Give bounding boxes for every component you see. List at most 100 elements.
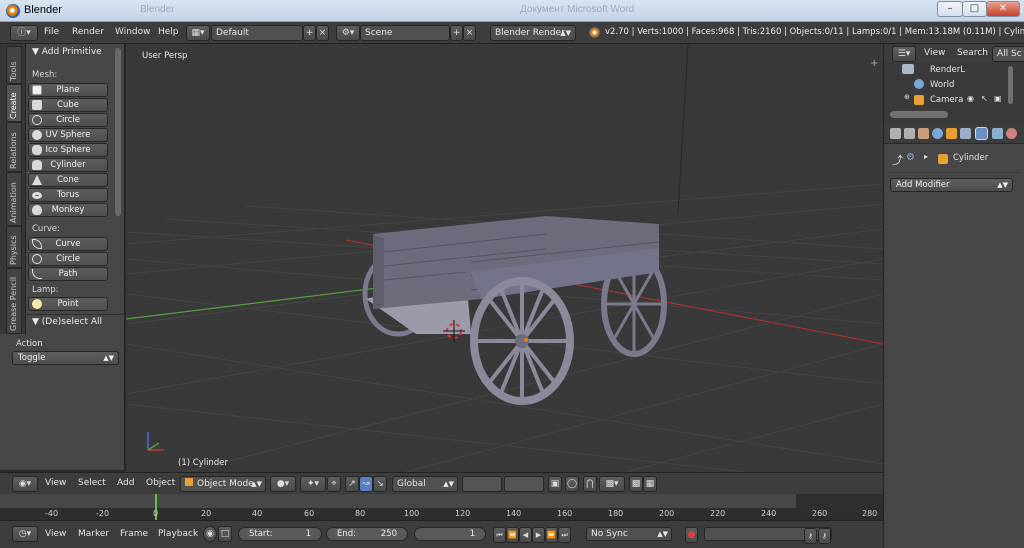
menu-object[interactable]: Object [146, 478, 175, 488]
end-frame-field[interactable]: End: 250 [326, 527, 408, 541]
add-plane-button[interactable]: Plane [28, 83, 108, 97]
add-scene-icon[interactable]: + [450, 25, 463, 41]
translate-manipulator-icon[interactable]: ↗ [345, 476, 359, 492]
play-icon[interactable]: ▶ [532, 527, 545, 543]
menu-add[interactable]: Add [117, 478, 134, 488]
insert-keyframe-icon[interactable]: ⚷ [804, 528, 817, 544]
object-tab-icon[interactable] [946, 128, 957, 139]
add-curve-circle-button[interactable]: Circle [28, 252, 108, 266]
add-circle-button[interactable]: Circle [28, 113, 108, 127]
action-dropdown-visible[interactable]: Toggle ▲▼ [12, 351, 119, 365]
menu-file[interactable]: File [44, 27, 59, 37]
selectability-cursor-icon[interactable]: ↖ [981, 94, 988, 103]
minimize-button[interactable]: – [937, 1, 963, 17]
viewport-canvas[interactable] [126, 44, 883, 472]
tab-relations[interactable]: Relations [6, 122, 22, 172]
menu-window[interactable]: Window [115, 27, 151, 37]
render-layers-tab-icon[interactable] [904, 128, 915, 139]
world-tab-icon[interactable] [932, 128, 943, 139]
material-tab-icon[interactable] [1006, 128, 1017, 139]
outliner-row-renderlayers[interactable]: RenderL [930, 65, 965, 75]
add-point-lamp-button[interactable]: Point [28, 297, 108, 311]
outliner-horizontal-scrollbar[interactable] [890, 111, 948, 118]
constraints-tab-icon[interactable] [960, 128, 971, 139]
data-tab-icon[interactable] [992, 128, 1003, 139]
maximize-button[interactable]: □ [962, 1, 987, 17]
tab-animation[interactable]: Animation [6, 172, 22, 226]
outliner-row-camera[interactable]: Camera [930, 95, 963, 105]
delete-keyframe-icon[interactable]: ⚷ [818, 528, 831, 544]
layout-field[interactable]: Default [211, 25, 303, 41]
wagon-model[interactable] [362, 216, 667, 405]
tab-create[interactable]: Create [6, 84, 22, 122]
manipulator-toggle-icon[interactable]: ⌖ [327, 476, 341, 492]
tab-tools[interactable]: Tools [6, 46, 22, 84]
layer-buttons-2[interactable] [504, 476, 544, 492]
menu-timeline-view[interactable]: View [45, 529, 66, 539]
lock-icon[interactable]: □ [218, 526, 232, 542]
menu-help[interactable]: Help [158, 27, 179, 37]
toolshelf-scrollbar[interactable] [115, 48, 121, 216]
record-icon[interactable]: ◉ [203, 526, 217, 542]
modifiers-tab-icon[interactable] [975, 127, 988, 140]
menu-render[interactable]: Render [72, 27, 104, 37]
play-reverse-icon[interactable]: ◀ [519, 527, 532, 543]
render-tab-icon[interactable] [890, 128, 901, 139]
proportional-edit-icon[interactable]: ◯ [565, 476, 579, 492]
lock-layers-icon[interactable]: ▣ [548, 476, 562, 492]
jump-end-icon[interactable]: ⏭ [558, 527, 571, 543]
outliner-menu-view[interactable]: View [924, 48, 945, 58]
current-frame-field[interactable]: 1 [414, 527, 486, 541]
editor-type-outliner-icon[interactable]: ☰▾ [892, 46, 916, 62]
snap-element-icon[interactable]: ▩▾ [599, 476, 625, 492]
next-keyframe-icon[interactable]: ⏩ [545, 527, 558, 543]
add-primitive-header[interactable]: ▼ Add Primitive [26, 47, 125, 61]
pivot-point-icon[interactable]: ✦▾ [300, 476, 326, 492]
menu-select[interactable]: Select [78, 478, 106, 488]
sync-mode-dropdown[interactable]: No Sync ▲▼ [586, 527, 672, 541]
deselect-all-header[interactable]: ▼ (De)select All [26, 317, 125, 331]
editor-type-3d-icon[interactable]: ◉▾ [12, 476, 38, 492]
jump-start-icon[interactable]: ⏮ [493, 527, 506, 543]
3d-viewport[interactable]: User Persp (1) Cylinder + [126, 44, 883, 472]
rotate-manipulator-icon[interactable]: ↝ [359, 476, 373, 492]
menu-frame[interactable]: Frame [120, 529, 148, 539]
outliner-menu-search[interactable]: Search [957, 48, 988, 58]
timeline-ruler[interactable]: -40 -20 0 20 40 60 80 100 120 140 160 18… [0, 494, 883, 520]
add-uv-sphere-button[interactable]: UV Sphere [28, 128, 108, 142]
outliner-row-world[interactable]: World [930, 80, 954, 90]
visibility-eye-icon[interactable]: ◉ [967, 94, 974, 103]
remove-scene-icon[interactable]: × [463, 25, 476, 41]
menu-marker[interactable]: Marker [78, 529, 109, 539]
add-modifier-dropdown[interactable]: Add Modifier ▲▼ [890, 178, 1013, 192]
tab-grease-pencil[interactable]: Grease Pencil [6, 268, 22, 334]
add-cylinder-button[interactable]: Cylinder [28, 158, 108, 172]
screen-layout-icon[interactable]: ▦▾ [186, 25, 210, 41]
toggle-properties-icon[interactable]: + [870, 58, 878, 69]
add-path-button[interactable]: Path [28, 267, 108, 281]
menu-playback[interactable]: Playback [158, 529, 198, 539]
scene-tab-icon[interactable] [918, 128, 929, 139]
pin-icon[interactable]: ⤴ [892, 152, 903, 168]
menu-view[interactable]: View [45, 478, 66, 488]
transform-orientation-dropdown[interactable]: Global ▲▼ [392, 476, 458, 492]
snap-toggle-icon[interactable]: ⋂ [583, 476, 597, 492]
render-engine-dropdown[interactable]: Blender Render ▲▼ [490, 25, 576, 41]
expand-camera-icon[interactable]: ⊕ [904, 93, 910, 101]
mode-dropdown[interactable]: Object Mode ▲▼ [180, 476, 266, 492]
remove-layout-icon[interactable]: × [316, 25, 329, 41]
editor-type-info-icon[interactable]: ⓘ▾ [10, 25, 38, 41]
add-cone-button[interactable]: Cone [28, 173, 108, 187]
opengl-render-image-icon[interactable]: ▩ [629, 476, 643, 492]
prev-keyframe-icon[interactable]: ⏪ [506, 527, 519, 543]
scene-icon[interactable]: ⚙▾ [336, 25, 360, 41]
scene-field[interactable]: Scene [360, 25, 450, 41]
add-layout-icon[interactable]: + [303, 25, 316, 41]
auto-keying-icon[interactable]: ● [685, 527, 698, 543]
add-torus-button[interactable]: Torus [28, 188, 108, 202]
viewport-shading-icon[interactable]: ●▾ [270, 476, 296, 492]
add-monkey-button[interactable]: Monkey [28, 203, 108, 217]
add-ico-sphere-button[interactable]: Ico Sphere [28, 143, 108, 157]
add-bezier-curve-button[interactable]: Curve [28, 237, 108, 251]
opengl-render-animation-icon[interactable]: ▦ [643, 476, 657, 492]
